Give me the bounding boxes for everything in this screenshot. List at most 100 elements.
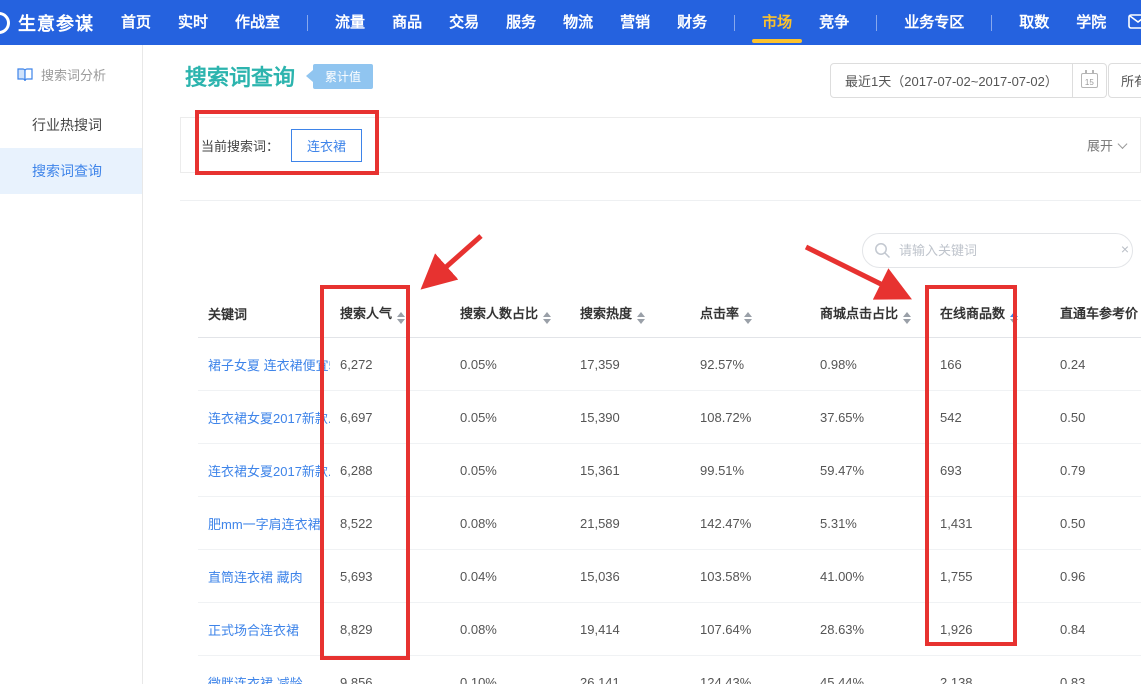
mail-icon[interactable] [1128,14,1141,33]
keyword-search: × [862,233,1133,268]
cell: 19,414 [570,603,690,656]
col-header-search-popularity[interactable]: 搜索人气 [330,290,450,338]
cell: 0.50 [1050,391,1141,444]
keyword-link[interactable]: 正式场合连衣裙 [198,603,330,656]
cell: 0.84 [1050,603,1141,656]
date-range-picker[interactable]: 最近1天（2017-07-02~2017-07-02） 15 [830,63,1107,98]
table-row: 微胖连衣裙 减龄 9,856 0.10% 26,141 124.43% 45.4… [198,656,1141,684]
sidebar-item-industry-hot-words[interactable]: 行业热搜词 [0,102,142,148]
page-title: 搜索词查询 [185,60,295,92]
cell: 108.72% [690,391,810,444]
sidebar-group-search-analysis: 搜索词分析 [0,45,142,102]
cell: 37.65% [810,391,930,444]
col-header-click-rate[interactable]: 点击率 [690,290,810,338]
nav-item-data[interactable]: 取数 [1019,0,1049,45]
calendar-button[interactable]: 15 [1073,63,1107,98]
keyword-tag[interactable]: 连衣裙 [291,129,362,162]
sidebar-item-search-word-query[interactable]: 搜索词查询 [0,148,142,194]
nav-item-traffic[interactable]: 流量 [335,0,365,45]
cell: 0.04% [450,550,570,603]
nav-item-marketing[interactable]: 营销 [620,0,650,45]
cell: 45.44% [810,656,930,684]
col-header-search-heat[interactable]: 搜索热度 [570,290,690,338]
nav-divider [734,15,735,31]
calendar-icon: 15 [1081,73,1098,88]
terminal-select-value: 所有终端 [1121,71,1141,90]
cell: 0.50 [1050,497,1141,550]
expand-toggle[interactable]: 展开 [1087,136,1126,155]
cell: 6,697 [330,391,450,444]
cell: 0.05% [450,338,570,391]
section-divider [180,200,1141,201]
nav-item-finance[interactable]: 财务 [677,0,707,45]
cell: 28.63% [810,603,930,656]
cell: 9,856 [330,656,450,684]
cell: 0.98% [810,338,930,391]
nav-item-market[interactable]: 市场 [762,0,792,45]
nav-item-realtime[interactable]: 实时 [178,0,208,45]
nav-item-competition[interactable]: 竞争 [819,0,849,45]
keyword-link[interactable]: 直筒连衣裙 藏肉 [198,550,330,603]
table-row: 连衣裙女夏2017新款... 6,697 0.05% 15,390 108.72… [198,391,1141,444]
cell: 0.96 [1050,550,1141,603]
cell: 103.58% [690,550,810,603]
cell: 1,755 [930,550,1050,603]
top-nav: 生意参谋 首页 实时 作战室 流量 商品 交易 服务 物流 营销 财务 市场 竞… [0,0,1141,45]
sort-icon[interactable] [637,312,645,324]
table-row: 正式场合连衣裙 8,829 0.08% 19,414 107.64% 28.63… [198,603,1141,656]
keyword-link[interactable]: 裙子女夏 连衣裙便宜5... [198,338,330,391]
clear-icon[interactable]: × [1121,241,1129,257]
sort-icon[interactable] [397,312,405,324]
cell: 107.64% [690,603,810,656]
nav-item-service[interactable]: 服务 [506,0,536,45]
cell: 0.05% [450,391,570,444]
terminal-select[interactable]: 所有终端 [1108,63,1141,98]
cell: 1,926 [930,603,1050,656]
col-header-searcher-ratio[interactable]: 搜索人数占比 [450,290,570,338]
keyword-link[interactable]: 微胖连衣裙 减龄 [198,656,330,684]
nav-divider [991,15,992,31]
expand-label: 展开 [1087,136,1113,155]
nav-divider [876,15,877,31]
brand-name: 生意参谋 [18,10,94,36]
col-header-mall-click-ratio[interactable]: 商城点击占比 [810,290,930,338]
cell: 693 [930,444,1050,497]
cumulative-badge: 累计值 [313,64,373,89]
cell: 0.79 [1050,444,1141,497]
search-icon [874,242,891,264]
sort-icon[interactable] [543,312,551,324]
nav-item-logistics[interactable]: 物流 [563,0,593,45]
cell: 8,829 [330,603,450,656]
keyword-link[interactable]: 连衣裙女夏2017新款... [198,391,330,444]
nav-item-academy[interactable]: 学院 [1076,0,1106,45]
date-range-label: 最近1天（2017-07-02~2017-07-02） [830,63,1073,98]
cell: 124.43% [690,656,810,684]
keyword-link[interactable]: 肥mm一字肩连衣裙 [198,497,330,550]
col-header-ztc-ref-price[interactable]: 直通车参考价 [1050,290,1141,338]
sort-icon[interactable] [903,312,911,324]
nav-item-home[interactable]: 首页 [121,0,151,45]
brand[interactable]: 生意参谋 [0,10,94,36]
table-row: 连衣裙女夏2017新款... 6,288 0.05% 15,361 99.51%… [198,444,1141,497]
search-input[interactable] [862,233,1133,268]
nav-item-bizzone[interactable]: 业务专区 [904,0,964,45]
brand-logo-icon [0,12,10,34]
nav-item-goods[interactable]: 商品 [392,0,422,45]
sort-icon-active[interactable] [1010,312,1018,324]
keyword-link[interactable]: 连衣裙女夏2017新款... [198,444,330,497]
current-keyword-panel: 当前搜索词： 连衣裙 展开 [180,117,1141,173]
search-word-table: 关键词 搜索人气 搜索人数占比 搜索热度 点击率 商城点击占比 在线商品数 直通… [198,290,1141,684]
cell: 41.00% [810,550,930,603]
table-row: 直筒连衣裙 藏肉 5,693 0.04% 15,036 103.58% 41.0… [198,550,1141,603]
sort-icon[interactable] [744,312,752,324]
cell: 142.47% [690,497,810,550]
cell: 15,390 [570,391,690,444]
nav-item-warroom[interactable]: 作战室 [235,0,280,45]
cell: 5.31% [810,497,930,550]
sidebar-group-label: 搜索词分析 [41,65,106,84]
col-header-online-products[interactable]: 在线商品数 [930,290,1050,338]
cell: 92.57% [690,338,810,391]
cell: 6,288 [330,444,450,497]
current-keyword-label: 当前搜索词： [201,136,279,155]
nav-item-trade[interactable]: 交易 [449,0,479,45]
